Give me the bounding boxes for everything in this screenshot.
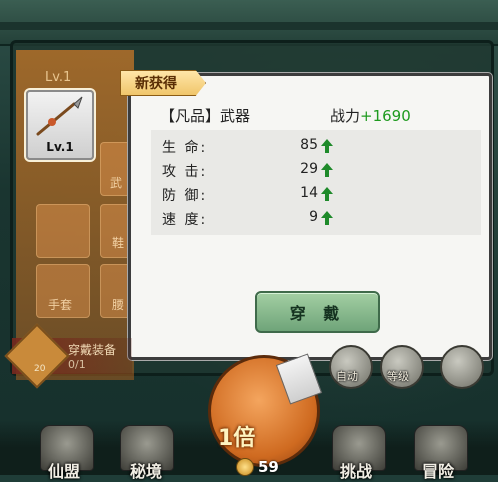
equip-slot-gloves-label: 手套 <box>48 298 73 312</box>
level-label: 等级 <box>387 370 409 383</box>
nav-adventure-label: 冒险 <box>422 462 455 481</box>
equip-slot-body[interactable] <box>36 204 90 258</box>
coin-count: 59 <box>258 458 279 476</box>
equip-button[interactable]: 穿 戴 <box>255 291 380 333</box>
equip-slot-waist-label: 腰 <box>112 298 125 312</box>
stat-name: 防 御: <box>162 188 208 204</box>
stat-value: 9 <box>309 209 318 225</box>
task-title: 穿戴装备 <box>68 343 117 357</box>
task-progress: 0/1 <box>68 358 86 371</box>
nav-challenge-label: 挑战 <box>340 462 373 481</box>
auto-label: 自动 <box>336 370 358 383</box>
slot-level-header: Lv.1 <box>45 70 72 85</box>
stat-value: 29 <box>300 161 318 177</box>
power-info: 战力+1690 <box>330 105 411 126</box>
new-weapon-card[interactable]: Lv.1 <box>26 90 94 160</box>
power-value: +1690 <box>360 107 411 125</box>
stat-name: 速 度: <box>162 212 208 228</box>
extra-round-button[interactable] <box>440 345 484 389</box>
stat-name: 生 命: <box>162 140 208 156</box>
nav-secret-realm-label: 秘境 <box>130 462 163 481</box>
stat-name: 攻 击: <box>162 164 208 180</box>
arrow-up-icon <box>321 139 333 153</box>
arrow-up-icon <box>321 211 333 225</box>
power-label: 战力 <box>330 107 361 125</box>
speed-multiplier[interactable]: 1倍 <box>218 420 255 452</box>
arrow-up-icon <box>321 187 333 201</box>
equip-slot-weapon-label: 武 <box>110 176 123 190</box>
coin-icon <box>236 458 254 476</box>
stat-value: 85 <box>300 137 318 153</box>
spear-icon <box>36 96 83 136</box>
new-item-tag: 新获得 <box>120 70 206 96</box>
equip-slot-shoes-label: 鞋 <box>112 236 125 250</box>
stat-value: 14 <box>300 185 318 201</box>
item-title: 【凡品】武器 <box>160 107 251 125</box>
item-level-label: Lv.1 <box>46 140 74 154</box>
task-reward-count: 20 <box>34 364 46 374</box>
arrow-up-icon <box>321 163 333 177</box>
nav-guild-label: 仙盟 <box>48 462 81 481</box>
